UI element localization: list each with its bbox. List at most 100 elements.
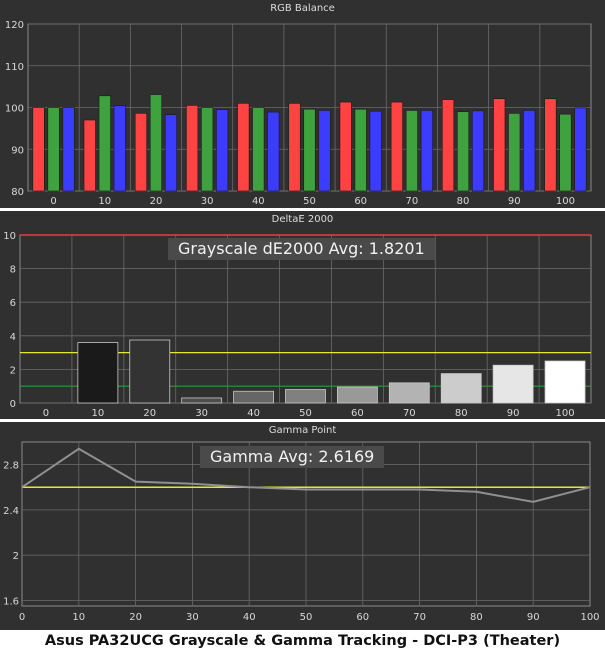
- x-tick-label: 70: [413, 612, 426, 623]
- y-tick-label: 0: [10, 399, 16, 410]
- x-tick-label: 100: [556, 196, 575, 207]
- rgb-balance-panel: 80 90 100 110 120 0 10 20 30 40 50 60 70 80 90 100 RGB …: [0, 0, 605, 208]
- bar-deltae: [337, 386, 378, 404]
- bar-red: [83, 119, 96, 192]
- x-tick-label: 10: [72, 612, 85, 623]
- x-tick-label: 90: [508, 196, 521, 207]
- bar-blue: [369, 110, 382, 192]
- x-tick-label: 0: [43, 408, 49, 419]
- bar-deltae: [440, 373, 482, 404]
- bar-blue: [164, 114, 178, 192]
- x-tick-label: 90: [507, 408, 520, 419]
- x-tick-label: 70: [405, 196, 418, 207]
- x-tick-label: 60: [356, 612, 369, 623]
- x-tick-label: 20: [129, 612, 142, 623]
- bar-blue: [113, 105, 126, 192]
- x-tick-label: 50: [299, 408, 312, 419]
- y-tick-label: 2.4: [3, 506, 19, 517]
- bar-deltae: [544, 360, 586, 404]
- x-tick-label: 40: [252, 196, 265, 207]
- bar-blue: [523, 110, 536, 192]
- x-tick-label: 0: [19, 612, 25, 623]
- figure-caption: Asus PA32UCG Grayscale & Gamma Tracking …: [44, 633, 561, 649]
- bar-red: [544, 98, 557, 192]
- y-tick-label: 110: [5, 62, 24, 73]
- y-tick-label: 100: [5, 104, 24, 115]
- bar-blue: [62, 107, 75, 192]
- x-tick-label: 30: [186, 612, 199, 623]
- bar-red: [339, 101, 352, 192]
- bar-deltae: [129, 339, 171, 404]
- gamma-panel: 1.6 2 2.4 2.8 0 10 20 30 40 50 60 70 80 90 100 Gamma P…: [0, 422, 605, 630]
- x-tick-label: 80: [457, 196, 470, 207]
- bar-green: [456, 111, 470, 192]
- x-tick-label: 20: [150, 196, 163, 207]
- bar-green: [405, 110, 418, 192]
- x-tick-label: 60: [354, 196, 367, 207]
- bar-green: [559, 113, 572, 192]
- bar-red: [390, 101, 403, 192]
- deltae-panel: 0 2 4 6 8 10 0 10 20 30 40 50 60 70 80 90 100 DeltaE 200…: [0, 211, 605, 419]
- bar-blue: [471, 110, 485, 192]
- y-tick-label: 1.6: [3, 596, 19, 607]
- x-tick-label: 30: [195, 408, 208, 419]
- y-tick-label: 80: [11, 187, 24, 198]
- y-tick-label: 4: [10, 332, 16, 343]
- deltae-title: DeltaE 2000: [271, 214, 334, 225]
- x-tick-label: 60: [351, 408, 364, 419]
- x-tick-label: 10: [91, 408, 104, 419]
- bar-green: [508, 113, 521, 192]
- bar-green: [354, 108, 367, 192]
- gamma-title: Gamma Point: [268, 425, 337, 436]
- x-tick-label: 10: [98, 196, 111, 207]
- bar-green: [252, 107, 265, 192]
- bar-red: [134, 113, 148, 192]
- x-tick-label: 90: [527, 612, 540, 623]
- y-tick-label: 2: [10, 365, 16, 376]
- x-tick-label: 50: [300, 612, 313, 623]
- rgb-balance-chart: 80 90 100 110 120 0 10 20 30 40 50 60 70 80 90 100: [5, 20, 592, 207]
- bar-red: [493, 98, 506, 192]
- y-tick-label: 8: [10, 265, 16, 276]
- bar-red: [186, 105, 199, 192]
- gamma-average-label: Gamma Avg: 2.6169: [200, 446, 385, 468]
- x-tick-label: 100: [555, 408, 574, 419]
- y-tick-label: 10: [3, 231, 16, 242]
- x-tick-label: 100: [580, 612, 599, 623]
- x-tick-label: 80: [470, 612, 483, 623]
- bar-green: [303, 108, 316, 192]
- bar-deltae: [233, 390, 274, 404]
- x-tick-label: 50: [303, 196, 316, 207]
- bar-blue: [574, 107, 587, 192]
- y-tick-label: 120: [5, 20, 24, 31]
- x-tick-label: 0: [50, 196, 56, 207]
- x-tick-label: 30: [201, 196, 214, 207]
- bar-deltae: [181, 397, 223, 404]
- bar-red: [237, 103, 250, 192]
- bar-deltae: [285, 389, 326, 404]
- y-tick-label: 90: [11, 145, 24, 156]
- deltae-average-label: Grayscale dE2000 Avg: 1.8201: [168, 238, 435, 260]
- bar-blue: [216, 109, 229, 192]
- bar-deltae: [77, 342, 119, 404]
- bar-green: [98, 95, 111, 192]
- bar-red: [32, 107, 45, 192]
- x-tick-label: 70: [403, 408, 416, 419]
- bar-green: [149, 94, 163, 192]
- x-tick-label: 20: [143, 408, 156, 419]
- bar-deltae: [492, 364, 534, 404]
- bar-deltae: [388, 382, 430, 404]
- bar-red: [288, 103, 301, 192]
- rgb-balance-title: RGB Balance: [270, 3, 335, 14]
- x-tick-label: 80: [455, 408, 468, 419]
- bar-blue: [267, 111, 280, 192]
- y-tick-label: 2: [13, 551, 19, 562]
- x-tick-label: 40: [243, 612, 256, 623]
- bar-red: [441, 99, 455, 192]
- y-tick-label: 6: [10, 298, 16, 309]
- y-tick-label: 2.8: [3, 461, 19, 472]
- bar-green: [47, 107, 60, 192]
- bar-blue: [420, 110, 433, 192]
- bar-green: [201, 107, 214, 192]
- bar-blue: [318, 110, 331, 192]
